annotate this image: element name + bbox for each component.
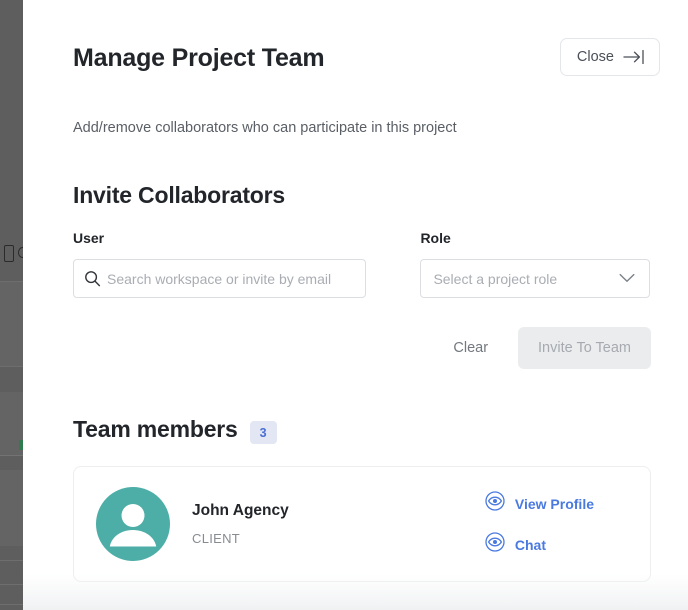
- role-field-label: Role: [420, 230, 451, 247]
- user-field-label: User: [73, 230, 105, 247]
- invite-form: User Role Select a proj: [23, 209, 688, 299]
- team-members-list: John Agency CLIENT View Profile Chat: [73, 466, 651, 583]
- chevron-down-icon: [619, 270, 635, 288]
- backdrop-divider: [0, 281, 23, 282]
- chat-link[interactable]: Chat: [485, 532, 594, 557]
- search-input-wrapper[interactable]: [73, 259, 367, 299]
- member-actions: View Profile Chat: [485, 491, 626, 557]
- user-field-group: User: [73, 230, 367, 299]
- close-button-label: Close: [576, 48, 614, 65]
- backdrop-divider: [0, 366, 23, 367]
- backdrop-divider: [0, 604, 23, 605]
- role-select-value: Select a project role: [433, 270, 558, 287]
- modal-subtitle: Add/remove collaborators who can partici…: [73, 120, 457, 136]
- member-info: John Agency CLIENT: [170, 502, 485, 546]
- team-members-heading: Team members: [73, 416, 238, 443]
- role-field-group: Role Select a project role: [420, 230, 650, 299]
- eye-icon: [485, 491, 505, 516]
- page-title: Manage Project Team: [73, 44, 325, 72]
- close-button[interactable]: Close: [559, 38, 660, 76]
- modal-content: Manage Project Team Close Add/remove col…: [23, 0, 688, 583]
- manage-project-team-modal: Manage Project Team Close Add/remove col…: [23, 0, 688, 610]
- backdrop-obscured-chip-icon: [4, 245, 14, 262]
- invite-collaborators-heading: Invite Collaborators: [73, 182, 285, 209]
- member-name: John Agency: [192, 502, 289, 520]
- clear-button[interactable]: Clear: [449, 332, 492, 364]
- invite-actions: Clear Invite To Team: [23, 298, 688, 370]
- search-icon: [84, 270, 101, 287]
- member-role: CLIENT: [192, 531, 241, 547]
- eye-icon: [485, 532, 505, 557]
- view-profile-label: View Profile: [514, 495, 594, 512]
- backdrop-ghost-row: [0, 282, 23, 366]
- app-screen: Manage Project Team Close Add/remove col…: [0, 0, 688, 610]
- invite-to-team-button[interactable]: Invite To Team: [518, 327, 651, 370]
- team-members-count-badge: 3: [249, 421, 277, 445]
- view-profile-link[interactable]: View Profile: [485, 491, 594, 516]
- list-item[interactable]: John Agency CLIENT View Profile Chat: [74, 467, 650, 581]
- avatar: [96, 487, 170, 562]
- team-members-header: Team members 3: [23, 369, 688, 445]
- chat-label: Chat: [514, 536, 547, 553]
- backdrop-divider: [0, 560, 23, 561]
- search-input[interactable]: [107, 260, 356, 298]
- backdrop-divider: [0, 584, 23, 585]
- backdrop-divider: [0, 455, 23, 456]
- backdrop-ghost-row: [0, 470, 23, 546]
- exit-arrow-icon: [623, 50, 645, 64]
- user-avatar-icon: [109, 504, 157, 547]
- role-select[interactable]: Select a project role: [420, 259, 650, 299]
- modal-header: Manage Project Team Close: [23, 0, 688, 76]
